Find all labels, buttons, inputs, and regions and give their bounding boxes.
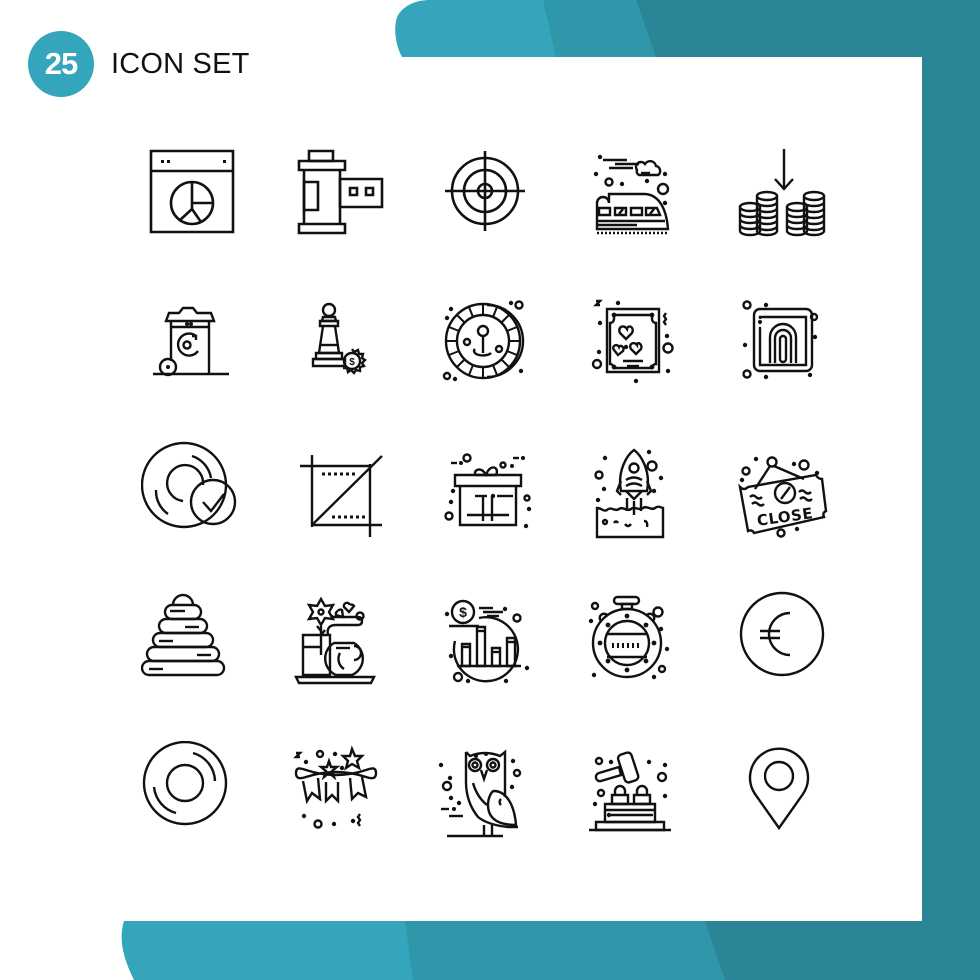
euro-coin-icon — [734, 591, 834, 691]
header: 25 ICON SET — [28, 31, 250, 97]
coins-arrow-down-icon — [734, 141, 834, 241]
vinyl-disc-icon — [141, 741, 241, 841]
map-pin-icon — [734, 741, 834, 841]
count-text: 25 — [44, 46, 78, 81]
love-card-hearts-icon — [587, 291, 687, 391]
owl-icon — [437, 741, 537, 841]
bottom-band-dark — [705, 921, 980, 980]
dollar-symbol: $ — [459, 604, 467, 620]
rocket-launch-icon — [587, 441, 687, 541]
camera-film-roll-icon — [290, 141, 390, 241]
flower-tea-cup-icon — [290, 591, 390, 691]
roulette-wheel-icon — [437, 291, 537, 391]
right-band — [922, 0, 980, 980]
porthole-icon — [587, 591, 687, 691]
disc-check-icon — [141, 441, 241, 541]
close-sign-text: CLOSE — [756, 504, 814, 530]
hammer-blocks-icon — [587, 741, 687, 841]
icon-grid: $ CLOSE $ — [0, 0, 980, 980]
fingerprint-icon — [734, 291, 834, 391]
dollar-symbol: $ — [349, 357, 355, 368]
target-crosshair-icon — [437, 141, 537, 241]
count-badge: 25 — [28, 31, 94, 97]
stacking-rings-toy-icon — [141, 591, 241, 691]
chess-pawn-gear-dollar-icon: $ — [290, 291, 390, 391]
coin-stack-right — [787, 192, 824, 235]
coin-stack-left — [740, 192, 777, 235]
party-bunting-stars-icon — [290, 741, 390, 841]
recycle-bin-icon — [141, 291, 241, 391]
browser-pie-chart-icon — [141, 141, 241, 241]
gift-box-icon — [437, 441, 537, 541]
bullet-train-icon — [587, 141, 687, 241]
crop-tool-icon — [290, 441, 390, 541]
dollar-bar-chart-icon: $ — [437, 591, 537, 691]
page-title: ICON SET — [111, 47, 250, 80]
close-sign-coffee-icon: CLOSE — [734, 441, 834, 541]
